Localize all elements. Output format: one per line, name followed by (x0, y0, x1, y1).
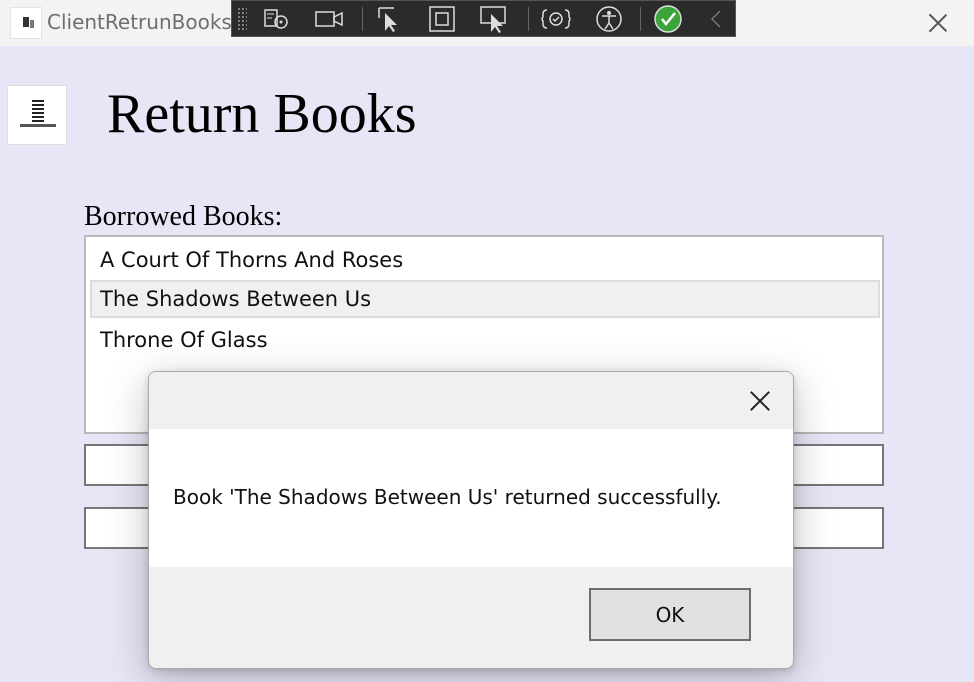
dialog-close-icon[interactable] (737, 380, 783, 420)
dialog-body: Book 'The Shadows Between Us' returned s… (149, 429, 793, 567)
checked-ok-icon[interactable] (651, 4, 685, 34)
collapse-chevron-icon[interactable] (700, 4, 734, 34)
list-item[interactable]: A Court Of Thorns And Roses (90, 241, 880, 279)
track-focus-icon[interactable] (478, 4, 512, 34)
hot-reload-icon[interactable] (539, 4, 573, 34)
list-item[interactable]: Throne Of Glass (90, 321, 880, 359)
accessibility-icon[interactable] (592, 4, 626, 34)
toolbar-grip-icon[interactable] (237, 7, 247, 31)
window-title: ClientRetrunBooks (47, 10, 232, 34)
window-close-button[interactable] (915, 0, 961, 46)
select-cursor-icon[interactable] (374, 4, 408, 34)
message-dialog: Book 'The Shadows Between Us' returned s… (148, 371, 794, 669)
dialog-message: Book 'The Shadows Between Us' returned s… (173, 485, 722, 509)
borrowed-books-label: Borrowed Books: (84, 201, 283, 232)
select-element-icon[interactable] (260, 4, 294, 34)
debug-toolbar (231, 0, 736, 37)
dialog-header (149, 372, 793, 429)
app-icon (10, 7, 42, 39)
books-logo-icon (7, 85, 67, 145)
record-icon[interactable] (312, 4, 346, 34)
list-item-selected[interactable]: The Shadows Between Us (90, 280, 880, 318)
page-title: Return Books (107, 83, 417, 145)
display-layout-adorners-icon[interactable] (426, 4, 460, 34)
ok-button[interactable]: OK (589, 588, 751, 641)
